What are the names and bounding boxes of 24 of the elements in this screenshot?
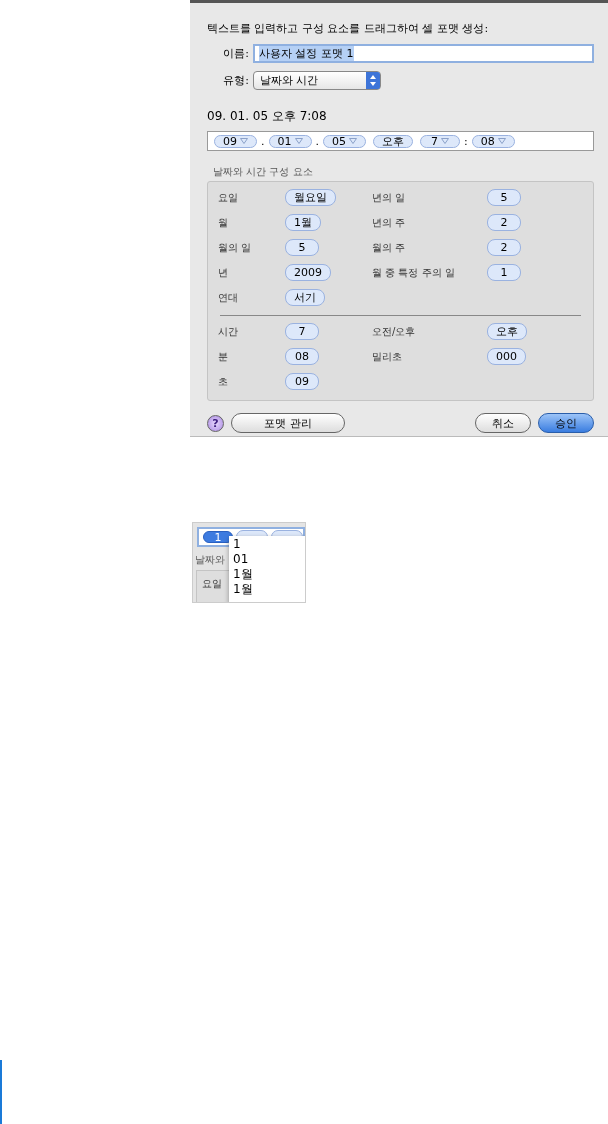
component-label: 초: [218, 374, 229, 389]
component-label: 월 중 특정 주의 일: [372, 265, 456, 280]
field-label: 유형:: [222, 73, 249, 88]
component-label: 분: [218, 349, 229, 364]
component-label: 월: [218, 215, 229, 230]
group-label: 날짜와 시간 구성 요소: [213, 165, 314, 179]
group-label: 날짜와: [195, 553, 225, 567]
component-label: 연대: [218, 290, 239, 305]
separator-text: :: [464, 134, 468, 148]
component-label: 년의 일: [372, 190, 407, 205]
component-label: 월의 주: [372, 240, 407, 255]
separator-text: .: [315, 134, 319, 148]
component-label: 밀리초: [372, 349, 403, 364]
component-label: 월의 일: [218, 240, 253, 255]
component-label: 년: [218, 265, 229, 280]
component-label: 요일: [202, 578, 222, 589]
component-label: 오전/오후: [372, 324, 417, 339]
component-label: 년의 주: [372, 215, 407, 230]
preview-text: 09. 01. 05 오후 7:08: [207, 108, 328, 125]
component-label: 요일: [218, 190, 239, 205]
field-label: 이름:: [222, 46, 249, 61]
separator-text: .: [261, 134, 265, 148]
component-label: 시간: [218, 324, 239, 339]
instruction-text: 텍스트를 입력하고 구성 요소를 드래그하여 셀 포맷 생성:: [207, 21, 490, 36]
